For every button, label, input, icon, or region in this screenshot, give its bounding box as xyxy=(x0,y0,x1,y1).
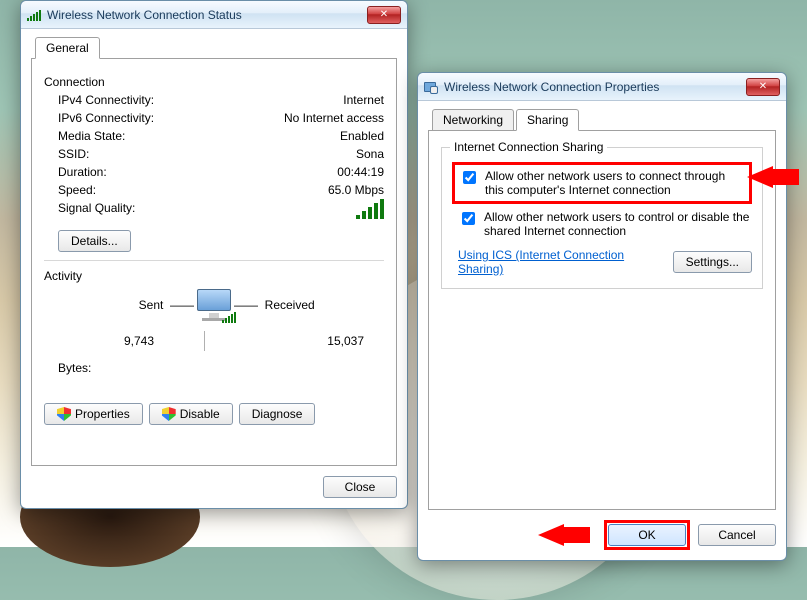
properties-dialog: Wireless Network Connection Properties ✕… xyxy=(417,72,787,561)
close-button[interactable]: ✕ xyxy=(367,6,401,24)
signal-label: Signal Quality: xyxy=(58,201,135,222)
signal-value xyxy=(356,201,384,222)
properties-titlebar: Wireless Network Connection Properties ✕ xyxy=(418,73,786,101)
properties-title: Wireless Network Connection Properties xyxy=(444,80,740,94)
diagnose-button[interactable]: Diagnose xyxy=(239,403,316,425)
disable-button[interactable]: Disable xyxy=(149,403,233,425)
received-label: —— Received xyxy=(234,298,384,312)
ipv6-label: IPv6 Connectivity: xyxy=(58,111,154,125)
ics-help-link[interactable]: Using ICS (Internet Connection Sharing) xyxy=(458,248,673,276)
wifi-icon xyxy=(27,9,41,21)
allow-control-checkbox[interactable] xyxy=(462,212,475,225)
status-titlebar: Wireless Network Connection Status ✕ xyxy=(21,1,407,29)
allow-connect-checkbox[interactable] xyxy=(463,171,476,184)
cancel-button[interactable]: Cancel xyxy=(698,524,776,546)
connection-header: Connection xyxy=(44,75,384,89)
close-button[interactable]: ✕ xyxy=(746,78,780,96)
red-arrow-annotation xyxy=(536,524,592,546)
tab-general[interactable]: General xyxy=(35,37,100,59)
received-value: 15,037 xyxy=(234,334,384,348)
shield-icon xyxy=(57,407,71,421)
ics-groupbox: Internet Connection Sharing Allow other … xyxy=(441,147,763,289)
sent-value: 9,743 xyxy=(44,334,194,348)
media-label: Media State: xyxy=(58,129,125,143)
status-title: Wireless Network Connection Status xyxy=(47,8,361,22)
tab-sharing[interactable]: Sharing xyxy=(516,109,579,131)
ssid-value: Sona xyxy=(356,147,384,161)
activity-monitor-icon xyxy=(194,289,234,321)
network-adapter-icon xyxy=(424,80,438,94)
duration-value: 00:44:19 xyxy=(337,165,384,179)
speed-value: 65.0 Mbps xyxy=(328,183,384,197)
bytes-label: Bytes: xyxy=(44,361,194,375)
media-value: Enabled xyxy=(340,129,384,143)
ok-button[interactable]: OK xyxy=(608,524,686,546)
ics-legend: Internet Connection Sharing xyxy=(450,140,607,154)
ipv4-value: Internet xyxy=(343,93,384,107)
allow-connect-label: Allow other network users to connect thr… xyxy=(485,169,745,197)
status-dialog: Wireless Network Connection Status ✕ Gen… xyxy=(20,0,408,509)
allow-control-label: Allow other network users to control or … xyxy=(484,210,752,238)
highlight-ok: OK xyxy=(604,520,690,550)
speed-label: Speed: xyxy=(58,183,96,197)
activity-header: Activity xyxy=(44,269,384,283)
properties-button[interactable]: Properties xyxy=(44,403,143,425)
close-dialog-button[interactable]: Close xyxy=(323,476,397,498)
duration-label: Duration: xyxy=(58,165,107,179)
signal-bars-icon xyxy=(356,201,384,219)
shield-icon xyxy=(162,407,176,421)
details-button[interactable]: Details... xyxy=(58,230,131,252)
settings-button[interactable]: Settings... xyxy=(673,251,752,273)
ipv6-value: No Internet access xyxy=(284,111,384,125)
highlight-allow-connect: Allow other network users to connect thr… xyxy=(452,162,752,204)
ipv4-label: IPv4 Connectivity: xyxy=(58,93,154,107)
ssid-label: SSID: xyxy=(58,147,89,161)
tab-networking[interactable]: Networking xyxy=(432,109,514,131)
sent-label: Sent —— xyxy=(44,298,194,312)
